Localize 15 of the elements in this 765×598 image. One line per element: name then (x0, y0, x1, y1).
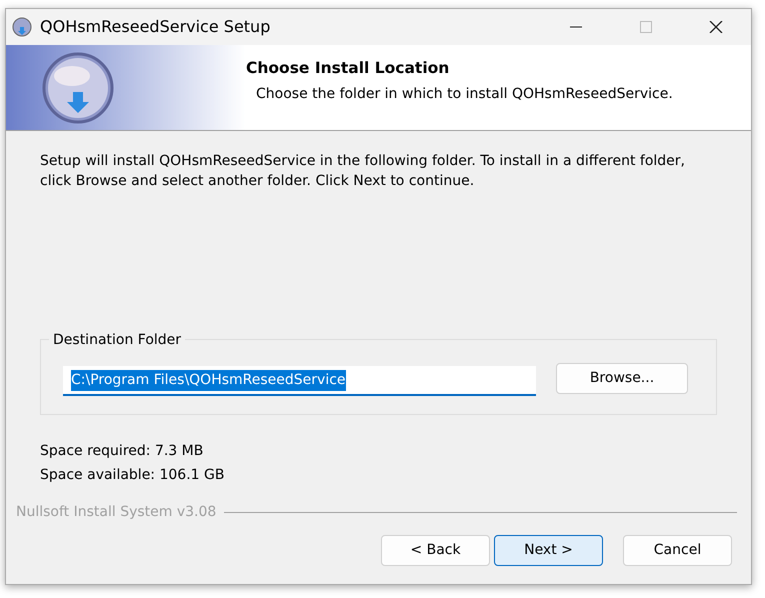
page-title: Choose Install Location (246, 58, 450, 79)
space-info-text: Space required: 7.3 MB (40, 443, 204, 459)
wizard-button[interactable]: Next > (494, 535, 603, 566)
wizard-button[interactable]: < Back (381, 535, 490, 566)
installer-disc-icon (42, 52, 114, 124)
window-title: QOHsmReseedService Setup (40, 16, 272, 38)
browse-button[interactable]: Browse... (556, 363, 688, 394)
instructions-text: Setup will install QOHsmReseedService in the following folder. To install in a different folder, click Browse and select another folder. Click Next to continue. (40, 152, 686, 191)
wizard-button[interactable]: Cancel (623, 535, 732, 566)
path-field[interactable]: C:\Program Files\QOHsmReseedService (63, 366, 536, 396)
app-icon (12, 17, 32, 37)
space-info-text: Space available: 106.1 GB (40, 467, 224, 483)
branding-text: Nullsoft Install System v3.08 (16, 502, 216, 522)
page-subtitle: Choose the folder in which to install QOHsmReseedService. (256, 85, 673, 104)
close-icon[interactable] (709, 21, 723, 33)
